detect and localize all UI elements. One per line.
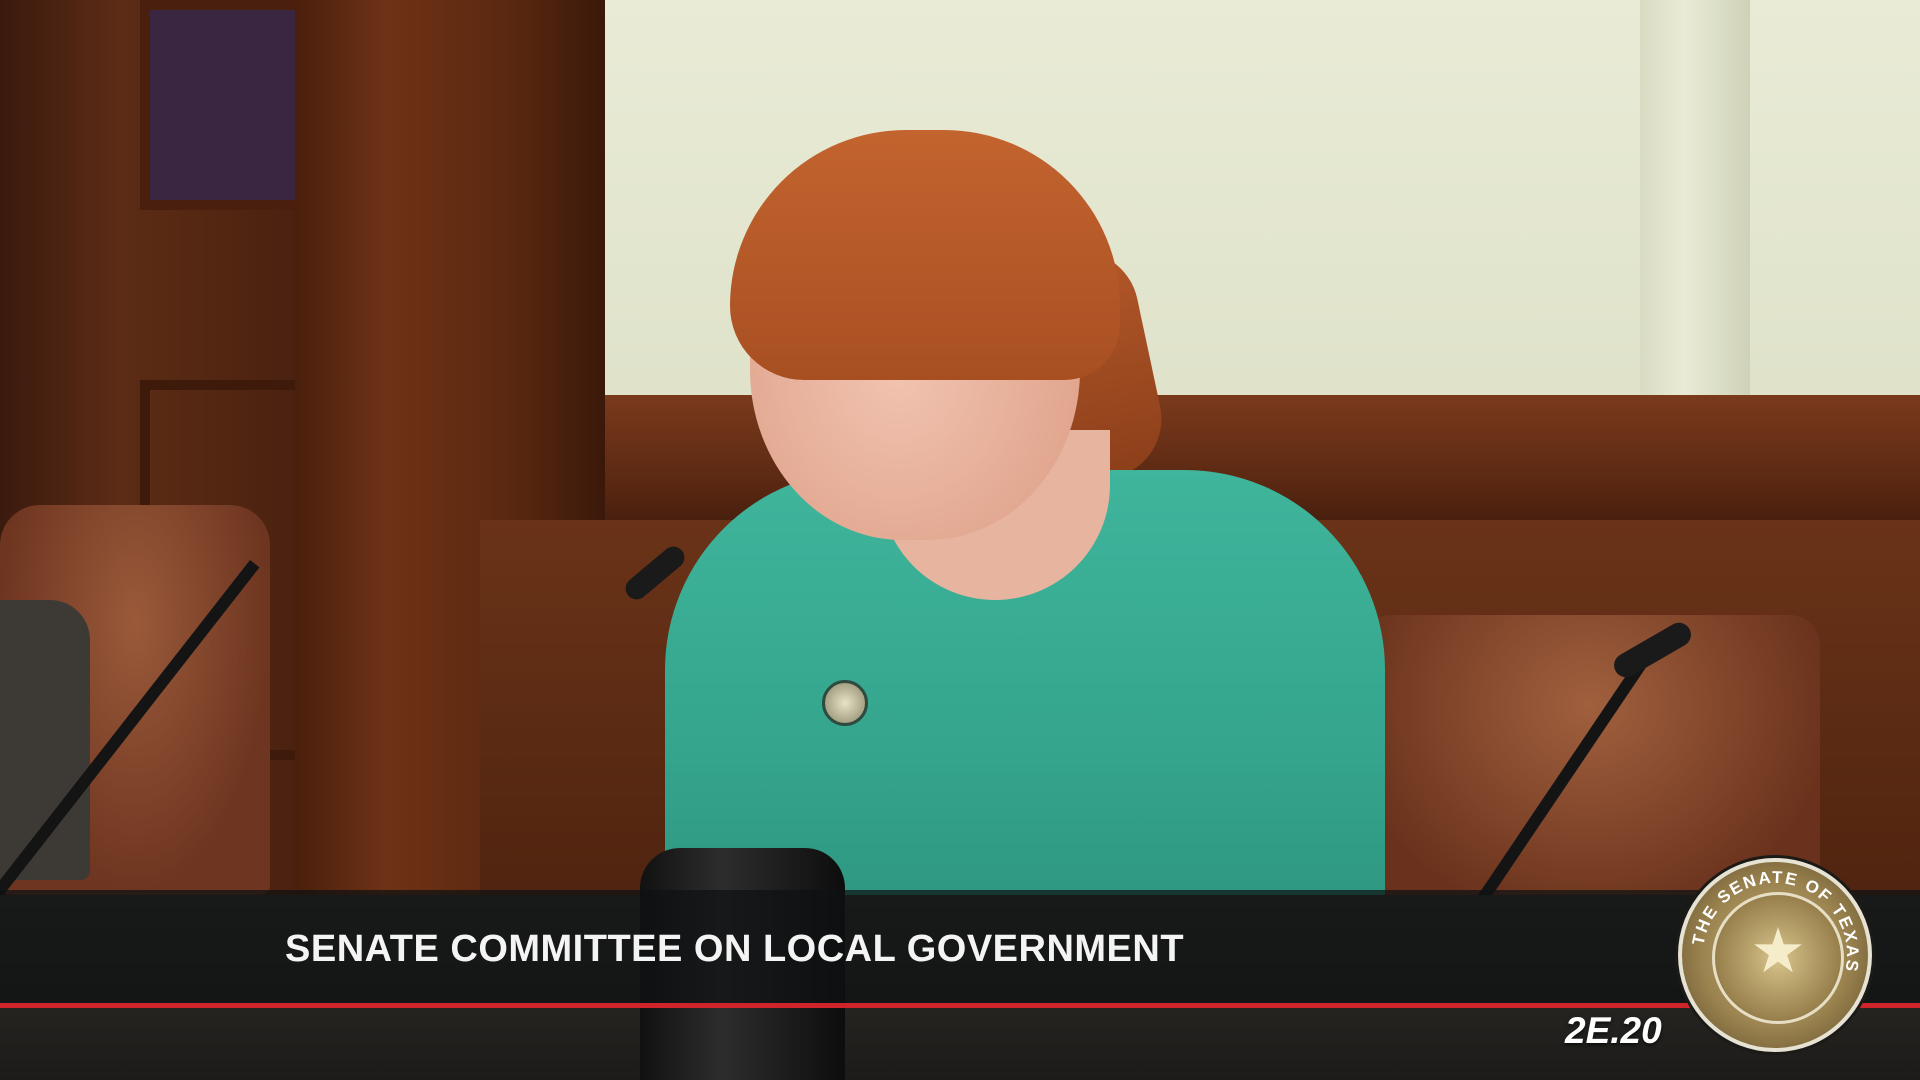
committee-title: SENATE COMMITTEE ON LOCAL GOVERNMENT (285, 928, 1185, 970)
senate-seal-icon: THE SENATE OF TEXAS ★ (1678, 858, 1872, 1052)
room-code: 2E.20 (1565, 1010, 1662, 1051)
star-icon: ★ (1750, 917, 1806, 986)
banner-accent-line (0, 1003, 1920, 1008)
seal-emblem: ★ (1712, 892, 1844, 1024)
lapel-pin (822, 680, 868, 726)
door-window (140, 0, 310, 210)
